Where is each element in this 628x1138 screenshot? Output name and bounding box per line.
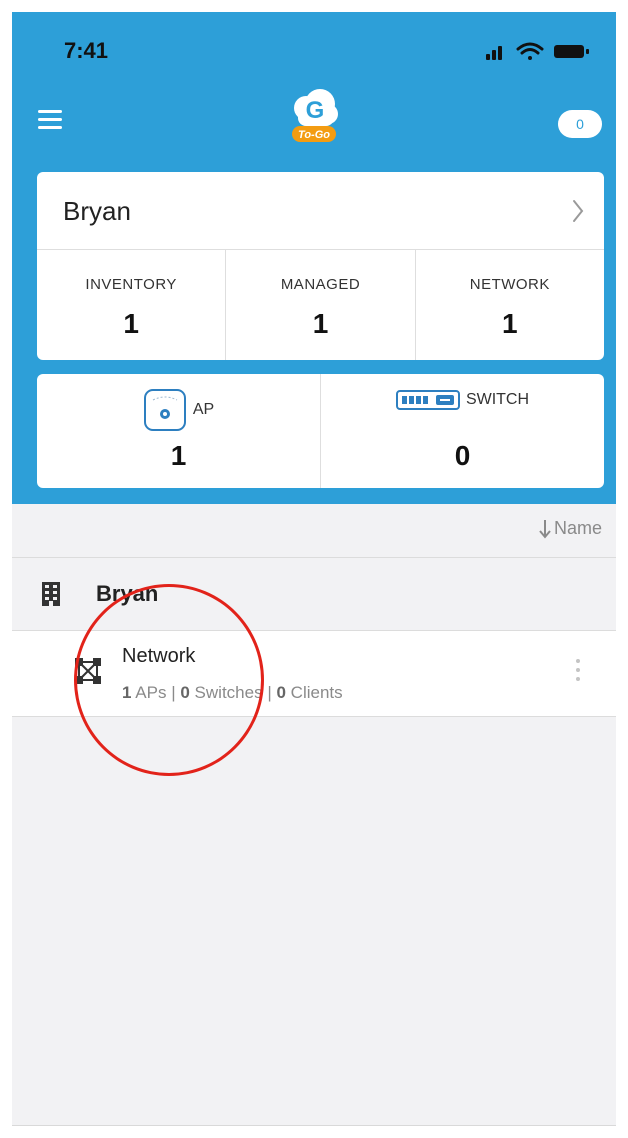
notification-badge[interactable]: 0 — [558, 110, 602, 138]
signal-icon — [486, 46, 502, 60]
stat-value: 1 — [123, 308, 139, 339]
menu-button[interactable] — [38, 110, 62, 132]
status-icons — [486, 42, 589, 60]
sort-by-name-button[interactable]: Name — [538, 518, 602, 539]
menu-icon-bar — [38, 126, 62, 129]
stat-label: INVENTORY — [85, 276, 177, 293]
app-screen: 7:41 G To-Go 0 Bryan INVENTORY 1 MANAGED… — [12, 12, 616, 1126]
device-count: 1 — [170, 440, 187, 471]
app-logo: G To-Go — [292, 89, 338, 142]
switches-count: 0 — [180, 683, 190, 702]
stat-label: NETWORK — [469, 276, 550, 293]
device-label: AP — [192, 401, 215, 418]
battery-icon — [554, 45, 589, 58]
stat-network[interactable]: NETWORK 1 — [416, 250, 604, 360]
wifi-icon — [516, 42, 544, 60]
device-switch[interactable]: SWITCH 0 — [321, 374, 604, 488]
more-options-icon[interactable] — [572, 659, 584, 689]
stat-value: 1 — [502, 308, 518, 339]
stat-managed[interactable]: MANAGED 1 — [226, 250, 416, 360]
group-name: Bryan — [96, 581, 159, 606]
kebab-dot — [576, 659, 580, 663]
dashboard-header: 7:41 G To-Go 0 Bryan INVENTORY 1 MANAGED… — [12, 12, 616, 504]
device-count: 0 — [454, 440, 471, 471]
network-topology-icon — [75, 658, 101, 684]
stat-inventory[interactable]: INVENTORY 1 — [37, 250, 227, 360]
clients-label: Clients — [290, 683, 343, 702]
organization-name: Bryan — [63, 196, 131, 226]
logo-letter: G — [306, 97, 325, 124]
organization-group-row[interactable]: Bryan — [12, 559, 616, 631]
stat-label: MANAGED — [280, 276, 361, 293]
device-ap-header: AP — [37, 388, 320, 432]
aps-label: APs — [135, 683, 167, 702]
menu-icon-bar — [38, 118, 62, 121]
kebab-dot — [576, 677, 580, 681]
sort-bar: Name — [12, 504, 616, 558]
chevron-right-icon — [573, 200, 584, 222]
device-label: SWITCH — [465, 391, 530, 408]
stat-value: 1 — [312, 308, 329, 339]
device-summary-card: AP 1 SWITCH 0 — [37, 374, 604, 488]
separator: | — [171, 683, 176, 702]
menu-icon-bar — [38, 110, 62, 113]
logo-tagline: To-Go — [298, 129, 330, 141]
kebab-dot — [576, 668, 580, 672]
organization-stats: INVENTORY 1 MANAGED 1 NETWORK 1 — [37, 250, 604, 360]
switches-label: Switches — [194, 683, 263, 702]
organization-header[interactable]: Bryan — [37, 172, 604, 250]
clients-count: 0 — [276, 683, 286, 702]
access-point-icon — [143, 389, 186, 431]
aps-count: 1 — [122, 683, 132, 702]
separator: | — [267, 683, 272, 702]
network-name: Network — [122, 645, 196, 667]
network-summary: 1 APs | 0 Switches | 0 Clients — [122, 683, 343, 703]
device-switch-header: SWITCH — [321, 388, 604, 412]
building-icon — [42, 582, 60, 606]
status-time: 7:41 — [64, 38, 109, 63]
organization-card: Bryan INVENTORY 1 MANAGED 1 NETWORK 1 — [37, 172, 604, 360]
sort-down-icon — [539, 519, 551, 539]
sort-label: Name — [553, 518, 602, 538]
switch-icon — [395, 390, 460, 410]
device-ap[interactable]: AP 1 — [37, 374, 321, 488]
network-list-item[interactable]: Network 1 APs | 0 Switches | 0 Clients — [12, 631, 616, 717]
